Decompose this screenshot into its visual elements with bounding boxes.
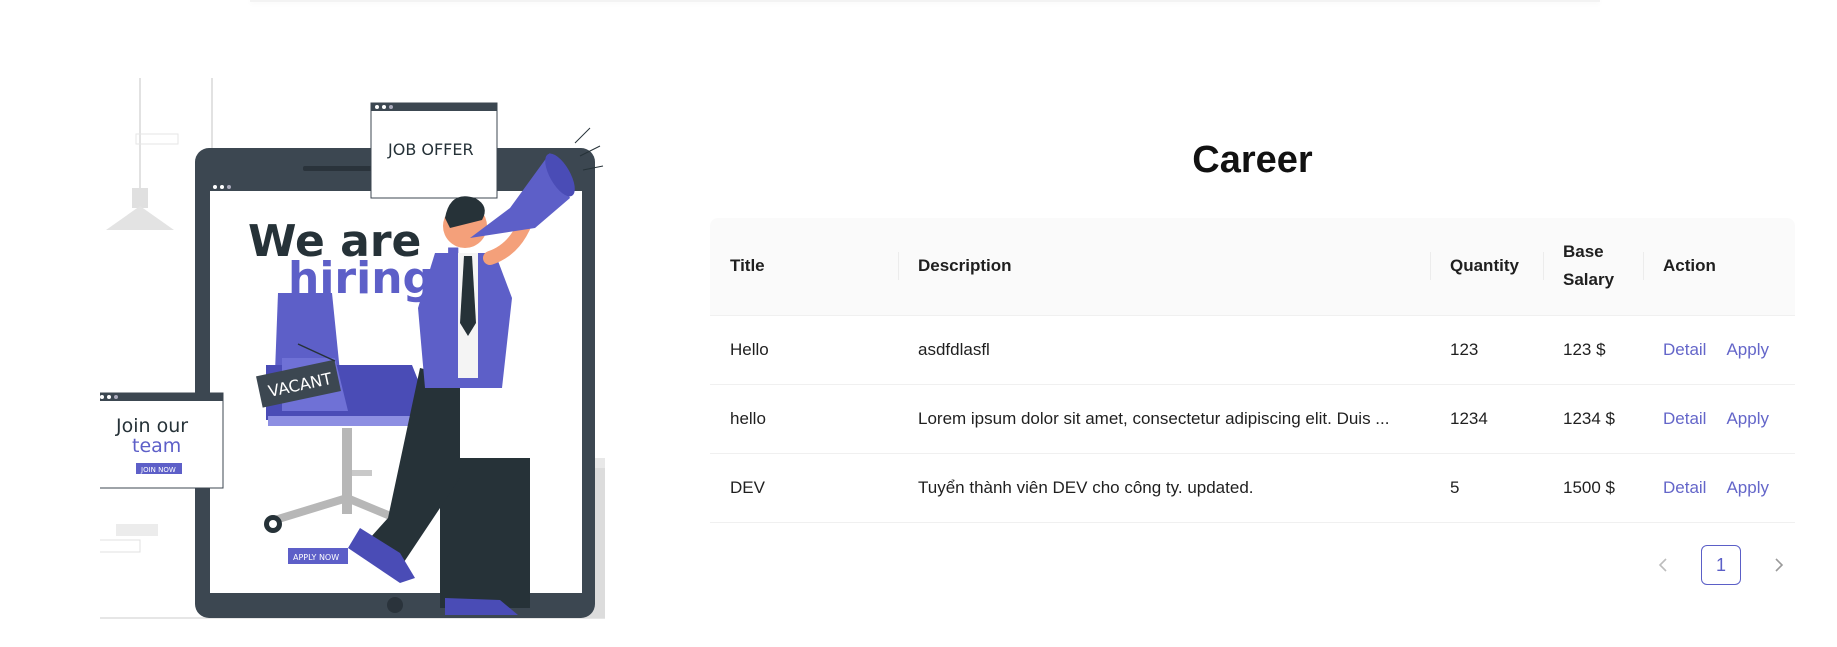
column-header-description: Description (898, 218, 1430, 316)
detail-link[interactable]: Detail (1663, 409, 1706, 428)
cell-description: Lorem ipsum dolor sit amet, consectetur … (898, 384, 1430, 454)
header-shadow (250, 0, 1600, 2)
chevron-left-icon[interactable] (1647, 545, 1679, 585)
cell-salary: 123 $ (1543, 315, 1643, 385)
cell-action: Detail Apply (1643, 453, 1795, 523)
cell-title: hello (710, 384, 898, 454)
cell-quantity: 123 (1430, 315, 1543, 385)
lamp-icon (106, 206, 174, 230)
apply-link[interactable]: Apply (1726, 478, 1769, 497)
cell-salary: 1500 $ (1543, 453, 1643, 523)
cell-action: Detail Apply (1643, 315, 1795, 385)
cell-salary: 1234 $ (1543, 384, 1643, 454)
join-line2: team (132, 435, 181, 457)
join-now-label: JOIN NOW (140, 466, 176, 474)
apply-link[interactable]: Apply (1726, 409, 1769, 428)
join-line1: Join our (115, 415, 188, 437)
pagination: 1 (1647, 545, 1795, 585)
hiring-illustration: We are hiring ! VACANT APPLY NOW Join ou… (100, 78, 605, 619)
table-row: Hello asdfdlasfl 123 123 $ Detail Apply (710, 315, 1795, 385)
page-number-button[interactable]: 1 (1701, 545, 1741, 585)
cell-description: Tuyển thành viên DEV cho công ty. update… (898, 453, 1430, 523)
chevron-right-icon[interactable] (1763, 545, 1795, 585)
apply-now-label: APPLY NOW (293, 553, 339, 562)
cell-quantity: 1234 (1430, 384, 1543, 454)
cell-action: Detail Apply (1643, 384, 1795, 454)
cell-title: DEV (710, 453, 898, 523)
career-table: Title Description Quantity Base Salary Ac… (710, 218, 1795, 523)
column-header-title: Title (710, 218, 898, 316)
column-header-quantity: Quantity (1430, 218, 1543, 316)
job-offer-text: JOB OFFER (387, 140, 474, 159)
cell-quantity: 5 (1430, 453, 1543, 523)
table-row: hello Lorem ipsum dolor sit amet, consec… (710, 384, 1795, 454)
column-header-base-salary: Base Salary (1543, 218, 1643, 316)
apply-link[interactable]: Apply (1726, 340, 1769, 359)
detail-link[interactable]: Detail (1663, 478, 1706, 497)
table-header-row: Title Description Quantity Base Salary Ac… (710, 218, 1795, 316)
career-section: Career Title Description Quantity Base Sa… (710, 130, 1795, 585)
detail-link[interactable]: Detail (1663, 340, 1706, 359)
column-header-action: Action (1643, 218, 1795, 316)
cell-description: asdfdlasfl (898, 315, 1430, 385)
page-title: Career (1192, 139, 1313, 181)
table-row: DEV Tuyển thành viên DEV cho công ty. up… (710, 453, 1795, 523)
cell-title: Hello (710, 315, 898, 385)
